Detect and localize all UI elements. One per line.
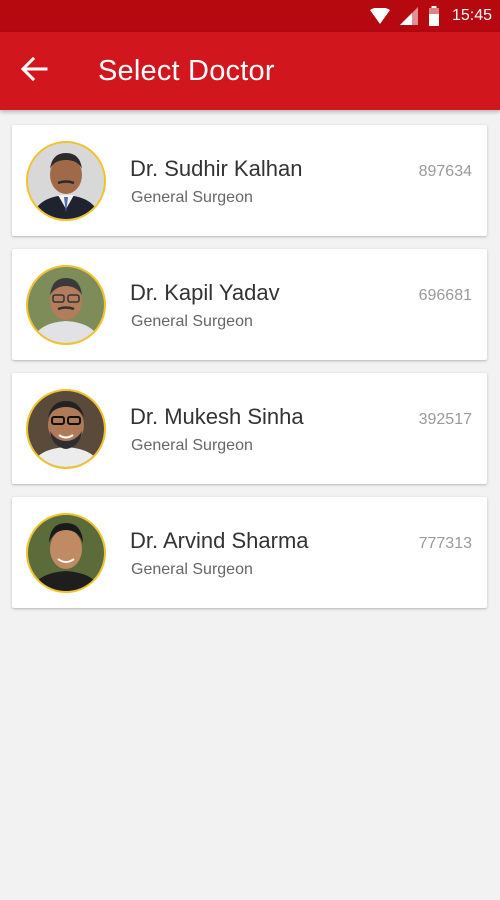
app-bar: Select Doctor <box>0 32 500 110</box>
doctor-avatar <box>26 389 106 469</box>
doctor-name: Dr. Arvind Sharma <box>130 528 309 553</box>
doctor-code: 897634 <box>418 163 472 180</box>
doctor-avatar <box>26 513 106 593</box>
doctor-specialty: General Surgeon <box>131 189 253 206</box>
doctor-specialty: General Surgeon <box>131 437 253 454</box>
doctor-code: 392517 <box>418 411 472 428</box>
doctor-name: Dr. Mukesh Sinha <box>130 404 304 429</box>
doctor-name: Dr. Sudhir Kalhan <box>130 156 303 181</box>
status-time: 15:45 <box>451 7 492 24</box>
doctor-card[interactable]: Dr. Kapil Yadav General Surgeon 696681 <box>12 249 487 360</box>
doctor-card[interactable]: Dr. Sudhir Kalhan General Surgeon 897634 <box>12 125 487 236</box>
doctor-card[interactable]: Dr. Arvind Sharma General Surgeon 777313 <box>12 497 487 608</box>
doctor-list: Dr. Sudhir Kalhan General Surgeon 897634… <box>12 125 487 621</box>
doctor-name: Dr. Kapil Yadav <box>130 280 280 305</box>
signal-icon <box>399 7 418 25</box>
doctor-avatar <box>26 141 106 221</box>
doctor-specialty: General Surgeon <box>131 313 253 330</box>
doctor-code: 777313 <box>418 535 472 552</box>
wifi-icon <box>369 8 390 24</box>
doctor-avatar <box>26 265 106 345</box>
arrow-left-icon <box>20 56 48 87</box>
status-bar: 15:45 <box>0 0 500 32</box>
page-title: Select Doctor <box>98 54 275 87</box>
doctor-specialty: General Surgeon <box>131 561 253 578</box>
doctor-card[interactable]: Dr. Mukesh Sinha General Surgeon 392517 <box>12 373 487 484</box>
doctor-code: 696681 <box>418 287 472 304</box>
back-button[interactable] <box>6 43 62 99</box>
battery-icon <box>428 6 440 26</box>
